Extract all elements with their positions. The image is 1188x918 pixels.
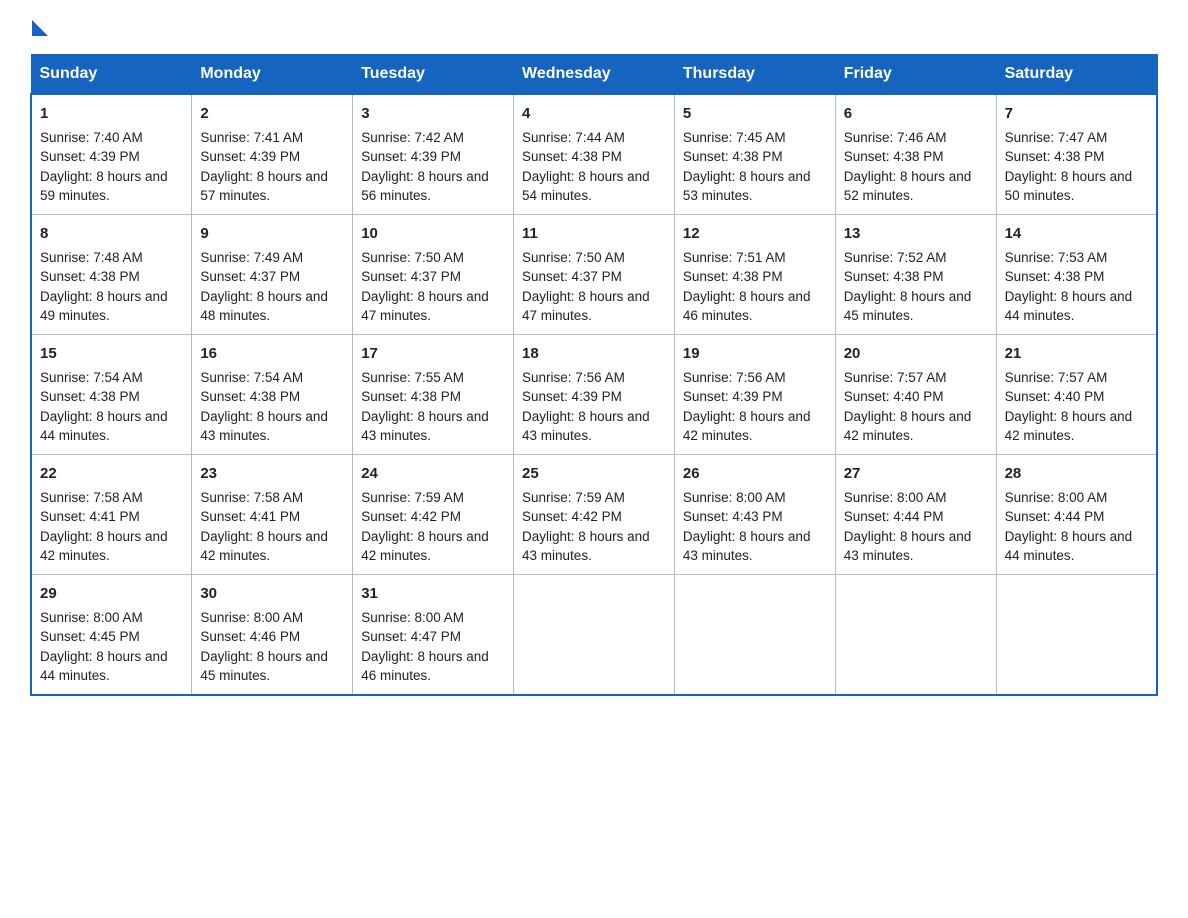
header-cell-friday: Friday <box>835 55 996 95</box>
calendar-cell: 5Sunrise: 7:45 AMSunset: 4:38 PMDaylight… <box>674 94 835 215</box>
calendar-cell: 12Sunrise: 7:51 AMSunset: 4:38 PMDayligh… <box>674 215 835 335</box>
calendar-cell: 29Sunrise: 8:00 AMSunset: 4:45 PMDayligh… <box>31 575 192 696</box>
day-number: 14 <box>1005 223 1148 245</box>
calendar-cell: 16Sunrise: 7:54 AMSunset: 4:38 PMDayligh… <box>192 335 353 455</box>
calendar-cell: 11Sunrise: 7:50 AMSunset: 4:37 PMDayligh… <box>514 215 675 335</box>
calendar-cell: 2Sunrise: 7:41 AMSunset: 4:39 PMDaylight… <box>192 94 353 215</box>
day-number: 10 <box>361 223 505 245</box>
day-number: 5 <box>683 103 827 125</box>
day-number: 22 <box>40 463 183 485</box>
week-row-5: 29Sunrise: 8:00 AMSunset: 4:45 PMDayligh… <box>31 575 1157 696</box>
week-row-4: 22Sunrise: 7:58 AMSunset: 4:41 PMDayligh… <box>31 455 1157 575</box>
header-cell-tuesday: Tuesday <box>353 55 514 95</box>
day-number: 26 <box>683 463 827 485</box>
calendar-cell: 7Sunrise: 7:47 AMSunset: 4:38 PMDaylight… <box>996 94 1157 215</box>
calendar-cell: 20Sunrise: 7:57 AMSunset: 4:40 PMDayligh… <box>835 335 996 455</box>
calendar-body: 1Sunrise: 7:40 AMSunset: 4:39 PMDaylight… <box>31 94 1157 695</box>
day-number: 3 <box>361 103 505 125</box>
day-number: 18 <box>522 343 666 365</box>
day-number: 31 <box>361 583 505 605</box>
calendar-cell <box>996 575 1157 696</box>
day-number: 29 <box>40 583 183 605</box>
day-number: 2 <box>200 103 344 125</box>
day-number: 12 <box>683 223 827 245</box>
calendar-cell <box>835 575 996 696</box>
calendar-cell: 1Sunrise: 7:40 AMSunset: 4:39 PMDaylight… <box>31 94 192 215</box>
week-row-1: 1Sunrise: 7:40 AMSunset: 4:39 PMDaylight… <box>31 94 1157 215</box>
day-number: 24 <box>361 463 505 485</box>
calendar-cell: 25Sunrise: 7:59 AMSunset: 4:42 PMDayligh… <box>514 455 675 575</box>
day-number: 16 <box>200 343 344 365</box>
calendar-cell: 9Sunrise: 7:49 AMSunset: 4:37 PMDaylight… <box>192 215 353 335</box>
calendar-cell: 6Sunrise: 7:46 AMSunset: 4:38 PMDaylight… <box>835 94 996 215</box>
day-number: 27 <box>844 463 988 485</box>
calendar-cell: 18Sunrise: 7:56 AMSunset: 4:39 PMDayligh… <box>514 335 675 455</box>
day-number: 17 <box>361 343 505 365</box>
header-row: SundayMondayTuesdayWednesdayThursdayFrid… <box>31 55 1157 95</box>
day-number: 8 <box>40 223 183 245</box>
calendar-cell: 8Sunrise: 7:48 AMSunset: 4:38 PMDaylight… <box>31 215 192 335</box>
day-number: 4 <box>522 103 666 125</box>
calendar-cell <box>514 575 675 696</box>
calendar-cell: 28Sunrise: 8:00 AMSunset: 4:44 PMDayligh… <box>996 455 1157 575</box>
week-row-3: 15Sunrise: 7:54 AMSunset: 4:38 PMDayligh… <box>31 335 1157 455</box>
header-cell-saturday: Saturday <box>996 55 1157 95</box>
calendar-cell: 26Sunrise: 8:00 AMSunset: 4:43 PMDayligh… <box>674 455 835 575</box>
calendar-cell: 15Sunrise: 7:54 AMSunset: 4:38 PMDayligh… <box>31 335 192 455</box>
calendar-cell <box>674 575 835 696</box>
header-cell-wednesday: Wednesday <box>514 55 675 95</box>
header-cell-sunday: Sunday <box>31 55 192 95</box>
day-number: 15 <box>40 343 183 365</box>
day-number: 1 <box>40 103 183 125</box>
week-row-2: 8Sunrise: 7:48 AMSunset: 4:38 PMDaylight… <box>31 215 1157 335</box>
logo <box>30 20 48 36</box>
day-number: 30 <box>200 583 344 605</box>
header-cell-monday: Monday <box>192 55 353 95</box>
day-number: 20 <box>844 343 988 365</box>
page-header <box>30 20 1158 36</box>
calendar-cell: 14Sunrise: 7:53 AMSunset: 4:38 PMDayligh… <box>996 215 1157 335</box>
calendar-table: SundayMondayTuesdayWednesdayThursdayFrid… <box>30 54 1158 696</box>
day-number: 25 <box>522 463 666 485</box>
calendar-cell: 4Sunrise: 7:44 AMSunset: 4:38 PMDaylight… <box>514 94 675 215</box>
day-number: 19 <box>683 343 827 365</box>
calendar-cell: 24Sunrise: 7:59 AMSunset: 4:42 PMDayligh… <box>353 455 514 575</box>
calendar-cell: 23Sunrise: 7:58 AMSunset: 4:41 PMDayligh… <box>192 455 353 575</box>
calendar-cell: 3Sunrise: 7:42 AMSunset: 4:39 PMDaylight… <box>353 94 514 215</box>
calendar-header: SundayMondayTuesdayWednesdayThursdayFrid… <box>31 55 1157 95</box>
day-number: 7 <box>1005 103 1148 125</box>
day-number: 21 <box>1005 343 1148 365</box>
calendar-cell: 30Sunrise: 8:00 AMSunset: 4:46 PMDayligh… <box>192 575 353 696</box>
calendar-cell: 27Sunrise: 8:00 AMSunset: 4:44 PMDayligh… <box>835 455 996 575</box>
calendar-cell: 22Sunrise: 7:58 AMSunset: 4:41 PMDayligh… <box>31 455 192 575</box>
calendar-cell: 10Sunrise: 7:50 AMSunset: 4:37 PMDayligh… <box>353 215 514 335</box>
calendar-cell: 21Sunrise: 7:57 AMSunset: 4:40 PMDayligh… <box>996 335 1157 455</box>
calendar-cell: 13Sunrise: 7:52 AMSunset: 4:38 PMDayligh… <box>835 215 996 335</box>
day-number: 13 <box>844 223 988 245</box>
logo-triangle-icon <box>32 20 48 36</box>
header-cell-thursday: Thursday <box>674 55 835 95</box>
calendar-cell: 17Sunrise: 7:55 AMSunset: 4:38 PMDayligh… <box>353 335 514 455</box>
calendar-cell: 19Sunrise: 7:56 AMSunset: 4:39 PMDayligh… <box>674 335 835 455</box>
day-number: 28 <box>1005 463 1148 485</box>
day-number: 6 <box>844 103 988 125</box>
day-number: 23 <box>200 463 344 485</box>
day-number: 11 <box>522 223 666 245</box>
calendar-cell: 31Sunrise: 8:00 AMSunset: 4:47 PMDayligh… <box>353 575 514 696</box>
day-number: 9 <box>200 223 344 245</box>
